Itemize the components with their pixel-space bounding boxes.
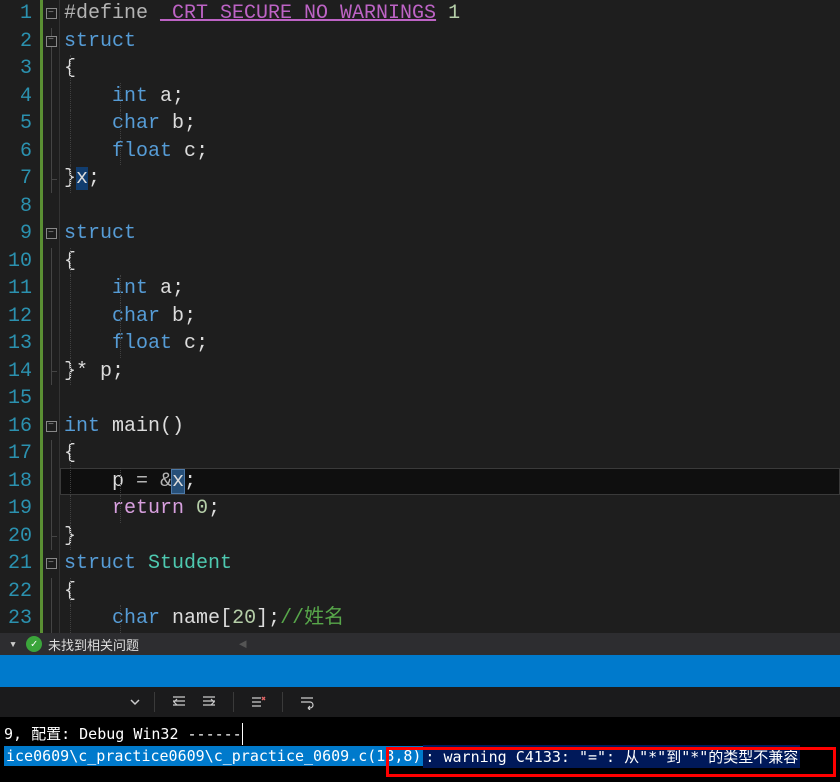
code-editor[interactable]: 1 2 3 4 5 6 7 8 9 10 11 12 13 14 15 16 1… <box>0 0 840 633</box>
line-number: 2 <box>0 28 32 56</box>
code-line[interactable]: struct Student <box>60 550 840 578</box>
line-number: 1 <box>0 0 32 28</box>
chevron-down-icon[interactable]: ▾ <box>0 637 26 652</box>
output-panel-header[interactable] <box>0 655 840 687</box>
indent-right-icon[interactable] <box>199 692 219 712</box>
search-highlight: x <box>172 470 184 493</box>
output-toolbar <box>0 687 840 717</box>
fold-toggle-icon[interactable]: − <box>46 8 57 19</box>
check-circle-icon: ✓ <box>26 636 42 652</box>
line-number: 13 <box>0 330 32 358</box>
line-number: 12 <box>0 303 32 331</box>
triangle-left-icon[interactable]: ◄ <box>239 637 247 652</box>
code-line[interactable]: char b; <box>60 110 840 138</box>
line-number-gutter: 1 2 3 4 5 6 7 8 9 10 11 12 13 14 15 16 1… <box>0 0 40 633</box>
fold-gutter[interactable]: − − − − − <box>40 0 60 633</box>
code-line[interactable]: char name[20];//姓名 <box>60 605 840 633</box>
line-number: 9 <box>0 220 32 248</box>
fold-toggle-icon[interactable]: − <box>46 36 57 47</box>
code-line[interactable]: int a; <box>60 275 840 303</box>
code-line[interactable]: float c; <box>60 330 840 358</box>
output-line-warning[interactable]: ice0609\c_practice0609\c_practice_0609.c… <box>4 744 836 768</box>
output-source-dropdown[interactable] <box>130 697 140 707</box>
error-list-status-bar: ▾ ✓ 未找到相关问题 ◄ <box>0 633 840 655</box>
line-number: 11 <box>0 275 32 303</box>
chevron-down-icon <box>130 697 140 707</box>
code-line-current[interactable]: p = &x; <box>60 468 840 496</box>
line-number: 3 <box>0 55 32 83</box>
separator <box>154 692 155 712</box>
search-highlight: x <box>76 167 88 190</box>
line-number: 7 <box>0 165 32 193</box>
line-number: 10 <box>0 248 32 276</box>
code-line[interactable]: char b; <box>60 303 840 331</box>
fold-toggle-icon[interactable]: − <box>46 228 57 239</box>
code-line[interactable]: { <box>60 578 840 606</box>
line-number: 16 <box>0 413 32 441</box>
code-line[interactable]: }* p; <box>60 358 840 386</box>
code-line[interactable]: int a; <box>60 83 840 111</box>
code-line[interactable]: { <box>60 248 840 276</box>
code-line[interactable]: int main() <box>60 413 840 441</box>
code-line[interactable]: { <box>60 440 840 468</box>
line-number: 5 <box>0 110 32 138</box>
line-number: 20 <box>0 523 32 551</box>
code-line[interactable] <box>60 193 840 221</box>
line-number: 15 <box>0 385 32 413</box>
code-line[interactable]: float c; <box>60 138 840 166</box>
line-number: 22 <box>0 578 32 606</box>
word-wrap-icon[interactable] <box>297 692 317 712</box>
line-number: 6 <box>0 138 32 166</box>
build-output-panel[interactable]: 9, 配置: Debug Win32 ------ ice0609\c_prac… <box>0 717 840 782</box>
code-line[interactable]: #define _CRT_SECURE_NO_WARNINGS 1 <box>60 0 840 28</box>
line-number: 21 <box>0 550 32 578</box>
indent-left-icon[interactable] <box>169 692 189 712</box>
separator <box>282 692 283 712</box>
line-number: 4 <box>0 83 32 111</box>
code-text-area[interactable]: #define _CRT_SECURE_NO_WARNINGS 1 struct… <box>60 0 840 633</box>
code-line[interactable]: struct <box>60 28 840 56</box>
output-file-path[interactable]: ice0609\c_practice0609\c_practice_0609.c… <box>4 746 423 766</box>
code-line[interactable]: }x; <box>60 165 840 193</box>
code-line[interactable] <box>60 385 840 413</box>
line-number: 18 <box>0 468 32 496</box>
code-line[interactable]: } <box>60 523 840 551</box>
separator <box>233 692 234 712</box>
output-warning-text: : warning C4133: "=": 从"*"到"*"的类型不兼容 <box>423 745 800 768</box>
line-number: 8 <box>0 193 32 221</box>
clear-list-icon[interactable] <box>248 692 268 712</box>
status-text: 未找到相关问题 <box>48 635 139 654</box>
code-line[interactable]: { <box>60 55 840 83</box>
code-line[interactable]: struct <box>60 220 840 248</box>
line-number: 19 <box>0 495 32 523</box>
text-caret <box>242 723 243 745</box>
line-number: 14 <box>0 358 32 386</box>
fold-toggle-icon[interactable]: − <box>46 558 57 569</box>
line-number: 23 <box>0 605 32 633</box>
line-number: 17 <box>0 440 32 468</box>
fold-toggle-icon[interactable]: − <box>46 421 57 432</box>
output-line: 9, 配置: Debug Win32 ------ <box>4 723 836 744</box>
code-line[interactable]: return 0; <box>60 495 840 523</box>
